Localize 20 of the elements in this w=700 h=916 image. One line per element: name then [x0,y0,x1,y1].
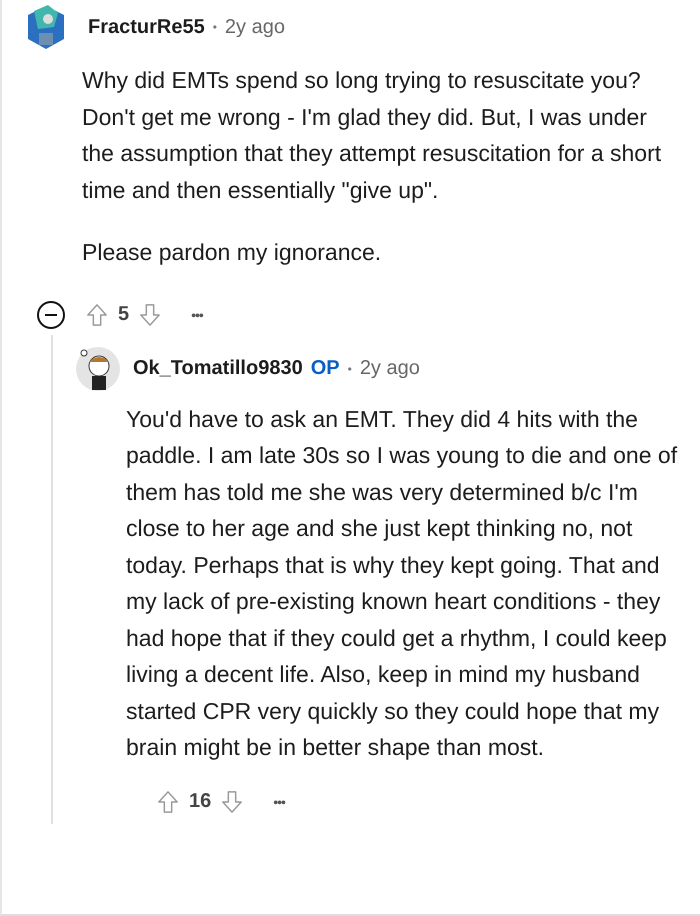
more-options-button[interactable]: ••• [191,306,203,322]
timestamp: 2y ago [360,357,420,380]
vote-count: 5 [118,303,130,326]
upvote-icon[interactable] [86,302,108,328]
comment-text: Please pardon my ignorance. [82,238,382,267]
more-options-button[interactable]: ••• [273,794,285,810]
comment-text: Why did EMTs spend so long trying to resuscitate you? Don't get me wrong - I'm glad they did. But, I was under the assumption that they attempt resuscitation for a short time and then essentially "give up". [82,66,662,205]
upvote-icon[interactable] [157,788,179,814]
collapse-icon[interactable] [36,300,66,330]
timestamp: 2y ago [224,16,285,38]
separator-dot: • [348,362,352,376]
username[interactable]: FracturRe55 [88,16,205,38]
separator-dot: • [212,20,217,34]
avatar-icon [75,346,121,392]
username[interactable]: Ok_Tomatillo9830 [133,357,303,380]
downvote-icon[interactable] [221,788,244,814]
op-label: OP [310,357,340,380]
vote-count: 16 [189,790,212,813]
comment-text: You'd have to ask an EMT. They did 4 hits with the paddle. I am late 30s so I was young to die and one of them has told me she was very determined b/c I'm close to her age and she just kept thinking no, not today. Perhaps that is why they kept going. That and my lack of pre-existing known heart conditions - they had hope that if they could get a rhythm, I could keep living a decent life. Also, keep in mind my husband started CPR very quickly so they could hope that my brain might be in better shape than most. [126,404,678,762]
downvote-icon[interactable] [139,302,162,328]
